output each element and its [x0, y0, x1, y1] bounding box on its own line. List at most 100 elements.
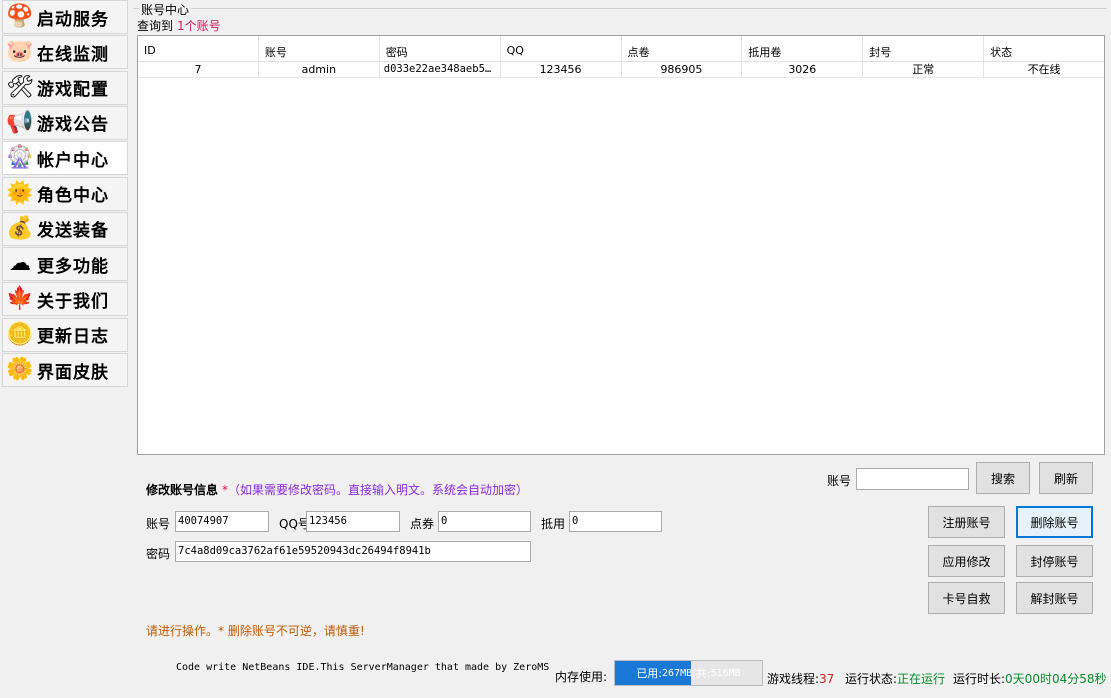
table-cell: 3026 [742, 62, 864, 78]
sun-face-icon: 🌞 [6, 180, 34, 206]
sidebar-item-6[interactable]: 💰 发送装备 [2, 211, 128, 246]
column-header[interactable]: 状态 [984, 36, 1104, 62]
edit-section-title: 修改账号信息 *（如果需要修改密码。直接输入明文。系统会自动加密） [146, 481, 528, 498]
group-title: 账号中心 [139, 1, 192, 18]
sidebar-item-10[interactable]: 🌼 界面皮肤 [2, 353, 128, 387]
column-header[interactable]: ID [138, 36, 259, 62]
maple-leaf-icon: 🍁 [6, 286, 34, 312]
query-result: 查询到 1个账号 [137, 17, 221, 34]
run-status-value: 正在运行 [897, 672, 946, 686]
sidebar-item-label: 发送装备 [37, 221, 109, 242]
voucher-label: 抵用 [541, 517, 566, 531]
memory-used: 267MB [662, 667, 693, 679]
sidebar-item-4[interactable]: 🎡 帐户中心 [2, 141, 128, 176]
voucher-input[interactable]: 0 [569, 511, 662, 532]
memory-progress-bar: 已用: 267MB/共: 516MB [614, 660, 763, 686]
column-header[interactable]: QQ [501, 36, 622, 62]
query-prefix: 查询到 [137, 19, 174, 33]
table-header: ID 账号 密码 QQ 点卷 抵用卷 封号 状态 [138, 36, 1104, 62]
hint-text: （如果需要修改密码。直接输入明文。系统会自动加密） [228, 483, 529, 497]
megaphone-icon: 📢 [6, 109, 34, 135]
memory-used-prefix: 已用: [636, 667, 663, 680]
password-label: 密码 [146, 547, 171, 561]
search-button[interactable]: 搜索 [976, 462, 1030, 494]
column-header[interactable]: 封号 [863, 36, 985, 62]
memory-total: 516MB [710, 667, 741, 679]
sidebar: 🍄 启动服务 🐷 在线监测 🛠 游戏配置 📢 游戏公告 🎡 帐户中心 🌞 角色中心 💰 发送装备 ☁ 更多功能… [2, 0, 128, 387]
column-header[interactable]: 密码 [380, 36, 501, 62]
edit-title-text: 修改账号信息 [146, 483, 219, 497]
account-input[interactable]: 40074907 [175, 511, 269, 532]
group-border [133, 8, 1107, 9]
memory-progress-text: 已用: 267MB/共: 516MB [615, 661, 762, 685]
points-label: 点券 [410, 517, 435, 531]
flower-icon: 🌼 [6, 357, 34, 382]
delete-account-button[interactable]: 删除账号 [1016, 506, 1093, 538]
sidebar-item-label: 在线监测 [37, 44, 109, 65]
sidebar-item-label: 启动服务 [37, 9, 109, 30]
sidebar-item-9[interactable]: 🪙 更新日志 [2, 317, 128, 352]
column-header[interactable]: 抵用卷 [742, 36, 864, 62]
money-bag-icon: 💰 [6, 215, 34, 241]
search-account-label: 账号 [827, 474, 852, 488]
uptime-value: 0天00时04分58秒 [1005, 672, 1107, 686]
table-cell: 123456 [501, 62, 622, 78]
credit-text: Code write NetBeans IDE.This ServerManag… [176, 662, 550, 673]
sidebar-item-label: 关于我们 [37, 291, 109, 312]
search-account-input[interactable] [856, 468, 969, 490]
tools-icon: 🛠 [6, 74, 34, 100]
memory-label: 内存使用: [555, 670, 608, 684]
uptime-label: 运行时长: [953, 672, 1006, 686]
query-count: 1个账号 [177, 19, 221, 33]
threads-label: 游戏线程: [767, 672, 820, 686]
sidebar-item-5[interactable]: 🌞 角色中心 [2, 176, 128, 211]
table-cell: 986905 [622, 62, 743, 78]
unban-account-button[interactable]: 解封账号 [1016, 582, 1093, 614]
register-account-button[interactable]: 注册账号 [928, 506, 1005, 538]
sidebar-item-label: 游戏公告 [37, 115, 109, 136]
card-self-rescue-button[interactable]: 卡号自救 [928, 582, 1005, 614]
sidebar-item-0[interactable]: 🍄 启动服务 [2, 0, 128, 34]
memory-total-prefix: /共: [692, 667, 711, 680]
table-cell: 7 [138, 62, 259, 78]
table-cell: d033e22ae348aeb5... [380, 62, 501, 78]
uptime: 运行时长:0天00时04分58秒 [953, 670, 1107, 687]
table-cell: 正常 [863, 62, 985, 78]
sidebar-item-8[interactable]: 🍁 关于我们 [2, 282, 128, 317]
cloud-icon: ☁ [9, 251, 31, 277]
table-row[interactable]: 7 admin d033e22ae348aeb5... 123456 986905 302… [138, 62, 1104, 78]
mushroom-house-icon: 🍄 [6, 4, 34, 29]
sidebar-item-3[interactable]: 📢 游戏公告 [2, 105, 128, 140]
sidebar-item-label: 游戏配置 [37, 80, 109, 101]
sidebar-item-1[interactable]: 🐷 在线监测 [2, 35, 128, 70]
table-body: 7 admin d033e22ae348aeb5... 123456 986905 302… [138, 62, 1104, 78]
run-status-label: 运行状态: [845, 672, 898, 686]
sidebar-item-label: 帐户中心 [37, 150, 109, 171]
qq-input[interactable]: 123456 [306, 511, 400, 532]
game-threads: 游戏线程:37 [767, 670, 834, 687]
edit-hint: *（如果需要修改密码。直接输入明文。系统会自动加密） [222, 483, 528, 497]
sidebar-item-label: 更多功能 [37, 256, 109, 277]
sidebar-item-label: 更新日志 [37, 327, 109, 348]
table-cell: admin [259, 62, 380, 78]
threads-value: 37 [819, 672, 835, 686]
account-label: 账号 [146, 517, 171, 531]
refresh-button[interactable]: 刷新 [1039, 462, 1093, 494]
sidebar-item-2[interactable]: 🛠 游戏配置 [2, 70, 128, 105]
sidebar-item-7[interactable]: ☁ 更多功能 [2, 247, 128, 282]
run-status: 运行状态:正在运行 [845, 670, 945, 687]
points-input[interactable]: 0 [438, 511, 531, 532]
column-header[interactable]: 账号 [259, 36, 380, 62]
sidebar-item-label: 界面皮肤 [37, 362, 109, 383]
pinwheel-icon: 🎡 [6, 145, 34, 171]
table-cell: 不在线 [1027, 63, 1061, 76]
ban-account-button[interactable]: 封停账号 [1016, 545, 1093, 577]
password-input[interactable]: 7c4a8d09ca3762af61e59520943dc26494f8941b [175, 541, 531, 562]
apply-changes-button[interactable]: 应用修改 [928, 545, 1005, 577]
status-message: 请进行操作。* 删除账号不可逆，请慎重! [146, 624, 365, 638]
sidebar-item-label: 角色中心 [37, 186, 109, 206]
account-table[interactable]: ID 账号 密码 QQ 点卷 抵用卷 封号 状态 7 admin d033e22ae348aeb5… [137, 35, 1105, 455]
gold-coin-icon: 🪙 [6, 321, 34, 347]
column-header[interactable]: 点卷 [622, 36, 743, 62]
pig-face-icon: 🐷 [6, 39, 34, 65]
